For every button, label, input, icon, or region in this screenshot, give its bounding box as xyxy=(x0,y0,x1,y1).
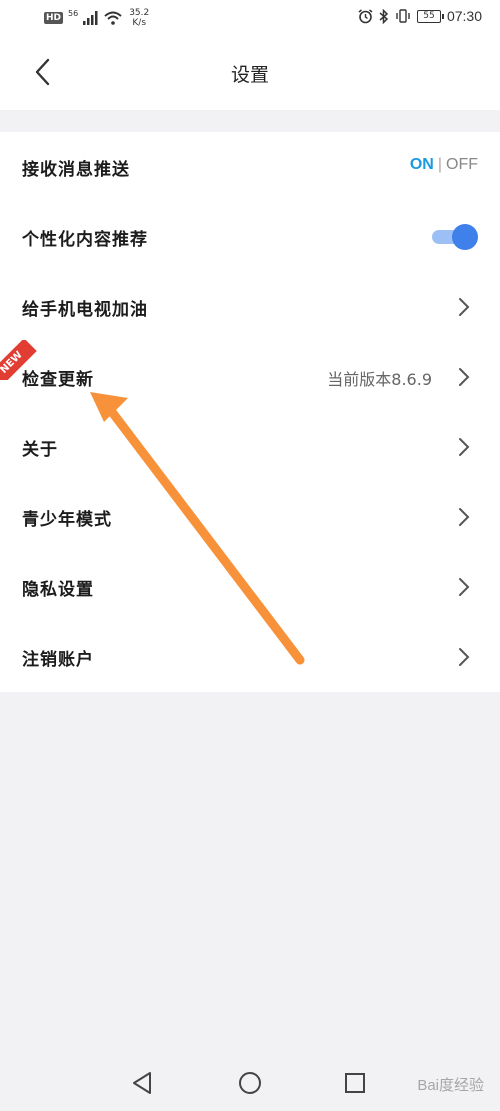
triangle-back-icon xyxy=(133,1072,151,1094)
nav-back-button[interactable] xyxy=(128,1068,158,1098)
speed-value: 35.2 xyxy=(129,8,150,18)
hd-badge: HD xyxy=(44,12,64,24)
current-version: 当前版本8.6.9 xyxy=(327,370,432,389)
settings-row-about[interactable]: 关于 xyxy=(0,412,500,482)
status-left: HD 56 35.2 K/s xyxy=(44,8,149,28)
chevron-right-icon xyxy=(459,508,470,526)
system-nav-bar: Bai度经验 xyxy=(0,1056,500,1111)
bluetooth-icon xyxy=(379,8,389,24)
chevron-right-icon xyxy=(459,648,470,666)
chevron-right-icon xyxy=(459,298,470,316)
youth-label: 青少年模式 xyxy=(22,510,112,530)
wifi-icon xyxy=(104,11,122,25)
header: 设置 xyxy=(0,34,500,110)
push-on-off-switch[interactable]: ON | OFF xyxy=(410,156,478,174)
logout-label: 注销账户 xyxy=(22,650,94,670)
push-off-option[interactable]: OFF xyxy=(446,156,478,173)
alarm-icon xyxy=(358,8,373,23)
toggle-knob xyxy=(452,224,478,250)
circle-home-icon xyxy=(239,1072,261,1094)
nav-home-button[interactable] xyxy=(235,1068,265,1098)
boost-label: 给手机电视加油 xyxy=(22,300,148,320)
speed-unit: K/s xyxy=(132,18,147,28)
settings-row-logout[interactable]: 注销账户 xyxy=(0,622,500,692)
battery-indicator: 55 xyxy=(416,9,444,23)
chevron-right-icon xyxy=(459,438,470,456)
settings-row-update[interactable]: NEW 检查更新 当前版本8.6.9 xyxy=(0,340,500,412)
clock: 07:30 xyxy=(446,8,482,24)
nav-recents-button[interactable] xyxy=(340,1068,370,1098)
page-title: 设置 xyxy=(230,64,269,86)
push-on-option[interactable]: ON xyxy=(410,156,434,173)
chevron-right-icon xyxy=(459,368,470,386)
personalized-label: 个性化内容推荐 xyxy=(22,230,148,250)
settings-list: 接收消息推送 ON | OFF 个性化内容推荐 给手机电视加油 NEW 检查更新 当… xyxy=(0,132,500,692)
signal-icon xyxy=(83,11,98,25)
privacy-label: 隐私设置 xyxy=(22,580,94,600)
personalized-toggle[interactable] xyxy=(430,224,478,250)
settings-row-privacy[interactable]: 隐私设置 xyxy=(0,552,500,622)
status-bar: HD 56 35.2 K/s 55 07:30 xyxy=(0,0,500,34)
push-label: 接收消息推送 xyxy=(22,160,130,180)
settings-row-push[interactable]: 接收消息推送 ON | OFF xyxy=(0,132,500,202)
watermark: Bai度经验 xyxy=(417,1077,484,1094)
update-label: 检查更新 xyxy=(22,370,94,390)
settings-row-youth[interactable]: 青少年模式 xyxy=(0,482,500,552)
square-recents-icon xyxy=(345,1073,365,1093)
status-right: 55 07:30 xyxy=(358,8,482,24)
network-type: 56 xyxy=(68,8,79,18)
settings-row-boost[interactable]: 给手机电视加油 xyxy=(0,272,500,342)
about-label: 关于 xyxy=(22,440,58,460)
settings-row-personalized[interactable]: 个性化内容推荐 xyxy=(0,202,500,272)
network-speed: 35.2 K/s xyxy=(129,8,149,28)
vibrate-icon xyxy=(396,9,410,23)
push-separator: | xyxy=(437,156,442,173)
chevron-right-icon xyxy=(459,578,470,596)
